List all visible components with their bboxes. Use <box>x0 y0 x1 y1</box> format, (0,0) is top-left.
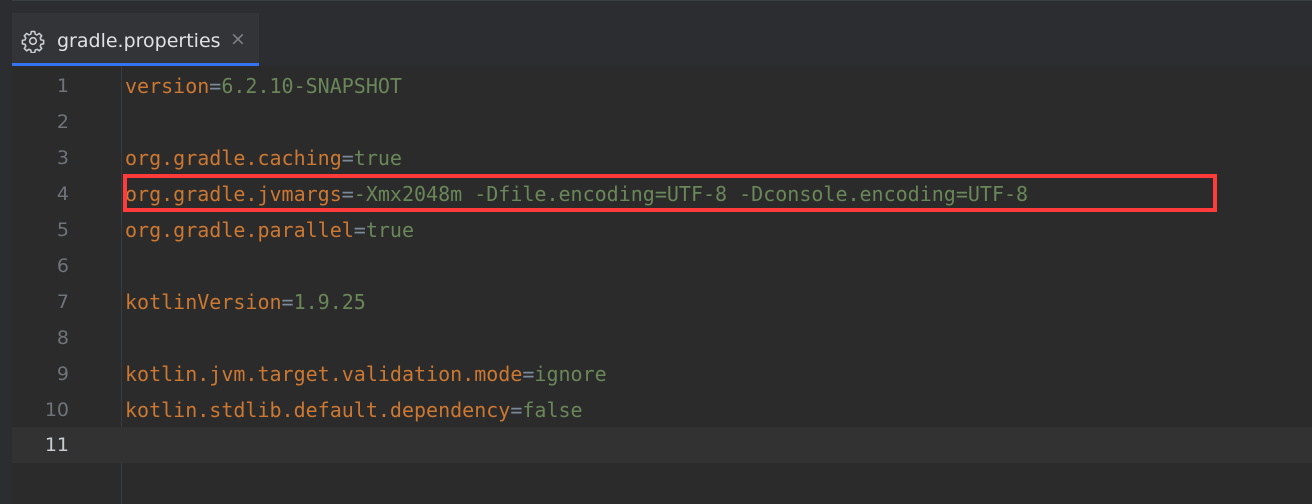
line-number: 11 <box>44 434 69 456</box>
property-value: 1.9.25 <box>293 290 366 314</box>
equals-sign: = <box>510 398 523 422</box>
property-key: org.gradle.caching <box>125 146 342 170</box>
code-editor[interactable]: 1 version=6.2.10-SNAPSHOT 2 3 org.gradle… <box>12 66 1312 504</box>
gear-icon <box>21 29 45 54</box>
code-line[interactable]: 3 org.gradle.caching=true <box>12 140 1312 176</box>
line-number: 3 <box>56 147 69 169</box>
line-number: 6 <box>56 255 69 277</box>
current-code-line[interactable]: 11 <box>12 427 1312 463</box>
close-icon[interactable]: × <box>229 28 247 50</box>
property-key: version <box>125 74 210 98</box>
line-number: 9 <box>56 363 69 385</box>
code-line[interactable]: 8 <box>12 320 1312 356</box>
equals-sign: = <box>281 290 294 314</box>
line-number: 7 <box>56 291 69 313</box>
code-line[interactable]: 7 kotlinVersion=1.9.25 <box>12 284 1312 320</box>
equals-sign: = <box>209 74 222 98</box>
code-text: org.gradle.parallel=true <box>125 212 414 248</box>
property-key: org.gradle.parallel <box>125 218 354 242</box>
line-number: 1 <box>56 75 69 97</box>
tab-label: gradle.properties <box>57 30 221 52</box>
code-line[interactable]: 5 org.gradle.parallel=true <box>12 212 1312 248</box>
code-line[interactable]: 2 <box>12 104 1312 140</box>
line-number: 10 <box>44 399 69 421</box>
property-value: 6.2.10-SNAPSHOT <box>221 74 402 98</box>
code-text: org.gradle.caching=true <box>125 140 402 176</box>
property-value: false <box>522 398 583 422</box>
property-key: kotlin.stdlib.default.dependency <box>125 398 511 422</box>
equals-sign: = <box>522 362 535 386</box>
property-value: ignore <box>534 362 607 386</box>
property-key: kotlinVersion <box>125 290 282 314</box>
left-edge <box>0 0 12 504</box>
line-number: 4 <box>56 183 69 205</box>
code-line[interactable]: 9 kotlin.jvm.target.validation.mode=igno… <box>12 356 1312 392</box>
code-line[interactable]: 6 <box>12 248 1312 284</box>
code-text: version=6.2.10-SNAPSHOT <box>125 68 402 104</box>
tab-gradle-properties[interactable]: gradle.properties × <box>12 13 259 67</box>
property-value: true <box>365 218 414 242</box>
code-text: kotlinVersion=1.9.25 <box>125 284 366 320</box>
code-line[interactable]: 10 kotlin.stdlib.default.dependency=fals… <box>12 392 1312 428</box>
editor-tab-bar: gradle.properties × <box>12 0 1312 67</box>
line-number: 5 <box>56 219 69 241</box>
line-number: 2 <box>56 111 69 133</box>
code-text: kotlin.stdlib.default.dependency=false <box>125 392 583 428</box>
ide-window: gradle.properties × 1 version=6.2.10-SNA… <box>0 0 1312 504</box>
code-text: kotlin.jvm.target.validation.mode=ignore <box>125 356 607 392</box>
equals-sign: = <box>341 146 354 170</box>
code-line[interactable]: 1 version=6.2.10-SNAPSHOT <box>12 68 1312 104</box>
property-value: true <box>353 146 402 170</box>
property-key: kotlin.jvm.target.validation.mode <box>125 362 523 386</box>
equals-sign: = <box>353 218 366 242</box>
highlight-annotation-box <box>123 174 1217 212</box>
line-number: 8 <box>56 327 69 349</box>
